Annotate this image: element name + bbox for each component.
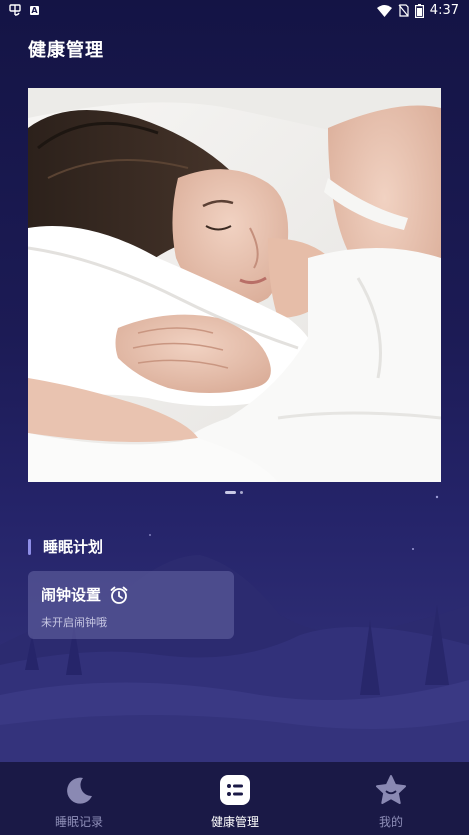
no-sim-icon — [398, 4, 409, 17]
battery-icon — [414, 3, 424, 18]
bottom-navigation: 睡眠记录 健康管理 我的 — [0, 762, 469, 835]
bug-notification-icon — [9, 4, 21, 16]
nav-item-sleep-record[interactable]: 睡眠记录 — [24, 762, 134, 835]
carousel-dot — [240, 491, 243, 494]
section-accent-bar — [28, 538, 31, 555]
sleep-plan-section-title: 睡眠计划 — [28, 536, 103, 557]
status-bar: A 4:37 — [0, 0, 469, 22]
nav-item-health-management[interactable]: 健康管理 — [180, 762, 290, 835]
alarm-clock-icon — [110, 586, 128, 604]
nav-item-mine[interactable]: 我的 — [336, 762, 446, 835]
app-screen: A 4:37 健康管理 睡眠计划 闹钟设置 未开启闹钟哦 睡眠记录 健康管理 我… — [0, 0, 469, 835]
a-notification-icon: A — [30, 5, 39, 15]
star-icon — [376, 775, 406, 804]
status-left: A — [8, 3, 39, 17]
moon-icon — [67, 777, 92, 804]
list-icon — [220, 775, 250, 805]
alarm-settings-card[interactable]: 闹钟设置 未开启闹钟哦 — [28, 571, 234, 639]
carousel-dot-active — [225, 491, 236, 494]
nav-label-mine: 我的 — [378, 815, 403, 829]
nav-label-health-management: 健康管理 — [210, 815, 259, 829]
alarm-card-title: 闹钟设置 — [41, 586, 102, 604]
page-title: 健康管理 — [28, 40, 104, 61]
alarm-status-text: 未开启闹钟哦 — [41, 616, 107, 629]
alarm-card-header: 闹钟设置 — [41, 584, 129, 605]
banner-image[interactable] — [28, 88, 441, 482]
section-title-text: 睡眠计划 — [43, 538, 104, 556]
carousel-indicator — [225, 491, 243, 494]
nav-label-sleep-record: 睡眠记录 — [54, 815, 103, 829]
status-right: 4:37 — [376, 3, 459, 18]
wifi-icon — [376, 4, 392, 17]
status-time: 4:37 — [429, 3, 459, 18]
